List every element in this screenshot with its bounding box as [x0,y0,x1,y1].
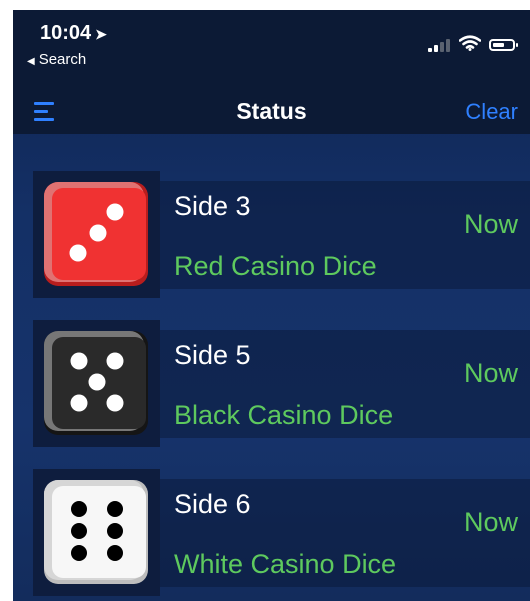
timestamp: Now [463,507,518,537]
black-dice-five-icon [44,331,148,435]
timestamp: Now [463,358,518,388]
white-dice-six-icon [44,480,148,584]
cellular-signal-icon [428,38,454,52]
dice-side: Side 3 [174,191,251,221]
dice-side: Side 5 [174,340,251,370]
list-item[interactable]: Side 3 Red Casino Dice Now [13,171,530,299]
page-title: Status [236,98,307,124]
clock-time: 10:04 [40,22,92,44]
back-to-search-link[interactable]: ◀ Search [27,51,86,68]
navigation-bar: Status Clear [13,72,530,134]
dice-side: Side 6 [174,489,251,519]
back-label: Search [38,51,87,68]
dice-name: Red Casino Dice [174,251,377,281]
clear-button[interactable]: Clear [465,99,518,125]
status-bar: 10:04 ➤ ◀ Search [13,10,530,72]
red-dice-three-icon [44,182,148,286]
clock: 10:04 ➤ [40,22,107,45]
battery-icon [489,39,518,51]
back-triangle-icon: ◀ [27,56,35,67]
location-arrow-icon: ➤ [95,26,107,42]
list-item[interactable]: Side 6 White Casino Dice Now [13,469,530,597]
dice-name: White Casino Dice [174,549,397,579]
dice-name: Black Casino Dice [174,400,394,430]
timestamp: Now [463,209,518,239]
wifi-icon [459,35,481,51]
battery-level [493,43,504,47]
list-item[interactable]: Side 5 Black Casino Dice Now [13,320,530,448]
app-screen: 10:04 ➤ ◀ Search Status Clear Side 3 Red… [13,10,530,601]
